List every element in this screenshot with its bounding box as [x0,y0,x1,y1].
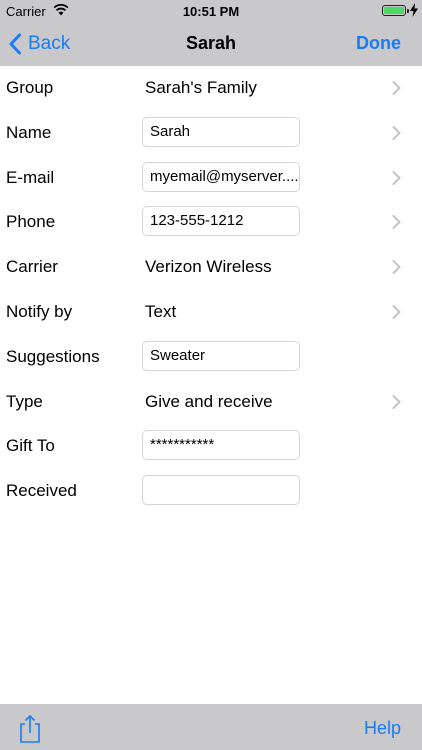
row-label: E-mail [6,167,55,187]
row-notify-by[interactable]: Notify by Text [0,290,422,335]
row-label: Notify by [6,301,73,321]
row-type[interactable]: Type Give and receive [0,380,422,425]
chevron-right-icon[interactable] [392,170,401,185]
chevron-right-icon[interactable] [392,81,401,95]
notify-by-value: Text [145,301,177,321]
row-phone: Phone 123-555-1212 [0,200,422,245]
row-label: Group [6,78,54,97]
battery-icon [382,5,409,16]
done-button[interactable]: Done [356,33,401,54]
row-carrier[interactable]: Carrier Verizon Wireless [0,245,422,290]
phone-field[interactable]: 123-555-1212 [142,206,300,237]
status-time: 10:51 PM [182,4,240,19]
navigation-bar: Back Sarah Done [0,22,422,66]
type-value: Give and receive [145,391,273,411]
row-label: Gift To [6,436,55,456]
chevron-right-icon[interactable] [392,260,401,275]
row-label: Name [6,122,52,142]
row-suggestions: Suggestions Sweater [0,335,422,380]
row-group[interactable]: Group Sarah's Family [0,66,422,111]
row-gift-to: Gift To *********** [0,424,422,469]
name-field[interactable]: Sarah [142,116,300,147]
bottom-toolbar: Help [0,704,422,750]
chevron-right-icon[interactable] [392,304,401,319]
help-button[interactable]: Help [364,718,401,739]
status-bar: Carrier 10:51 PM [0,0,422,22]
row-label: Suggestions [6,346,100,366]
share-icon[interactable] [19,714,41,744]
carrier-value: Verizon Wireless [145,257,272,277]
charging-bolt-icon [410,3,418,17]
gift-to-field[interactable]: *********** [142,430,300,461]
chevron-right-icon[interactable] [392,394,401,409]
e-mail-field[interactable]: myemail@myserver.... [142,161,300,192]
suggestions-field[interactable]: Sweater [142,340,300,371]
row-label: Phone [6,212,56,232]
row-received: Received [0,469,422,514]
contact-detail-list: Group Sarah's Family Name Sarah E-mail myemai… [0,66,422,514]
row-e-mail: E-mail myemail@myserver.... [0,156,422,201]
received-field[interactable] [142,475,300,506]
row-label: Carrier [6,257,58,277]
row-label: Received [6,481,77,501]
row-label: Type [6,391,43,411]
chevron-right-icon[interactable] [392,125,401,140]
row-name: Name Sarah [0,111,422,156]
top-bar: Carrier 10:51 PM Back Sarah Done [0,0,422,66]
group-value: Sarah's Family [145,78,257,97]
chevron-right-icon[interactable] [392,215,401,230]
